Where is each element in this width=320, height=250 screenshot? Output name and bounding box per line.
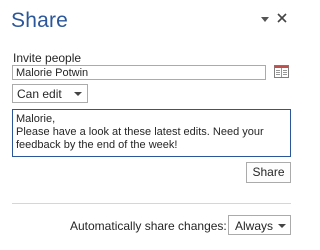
pane-options-chevron-down-icon[interactable] (261, 17, 269, 22)
close-icon[interactable] (275, 11, 289, 25)
message-textarea[interactable]: Malorie, Please have a look at these lat… (12, 109, 291, 157)
share-button[interactable]: Share (246, 162, 291, 183)
auto-share-selected-value: Always (235, 219, 274, 233)
permission-dropdown[interactable]: Can edit (12, 84, 88, 103)
chevron-down-icon (278, 224, 286, 228)
auto-share-label: Automatically share changes: (70, 219, 227, 233)
divider (12, 203, 291, 204)
auto-share-dropdown[interactable]: Always (228, 215, 291, 235)
share-pane: Share Invite people Malorie Potwin Can e… (0, 0, 300, 250)
invite-people-label: Invite people (13, 51, 82, 65)
invite-people-input[interactable]: Malorie Potwin (12, 65, 266, 80)
chevron-down-icon (74, 92, 82, 96)
pane-title: Share (11, 9, 69, 32)
permission-selected-value: Can edit (17, 87, 62, 101)
address-book-icon[interactable] (274, 65, 289, 78)
